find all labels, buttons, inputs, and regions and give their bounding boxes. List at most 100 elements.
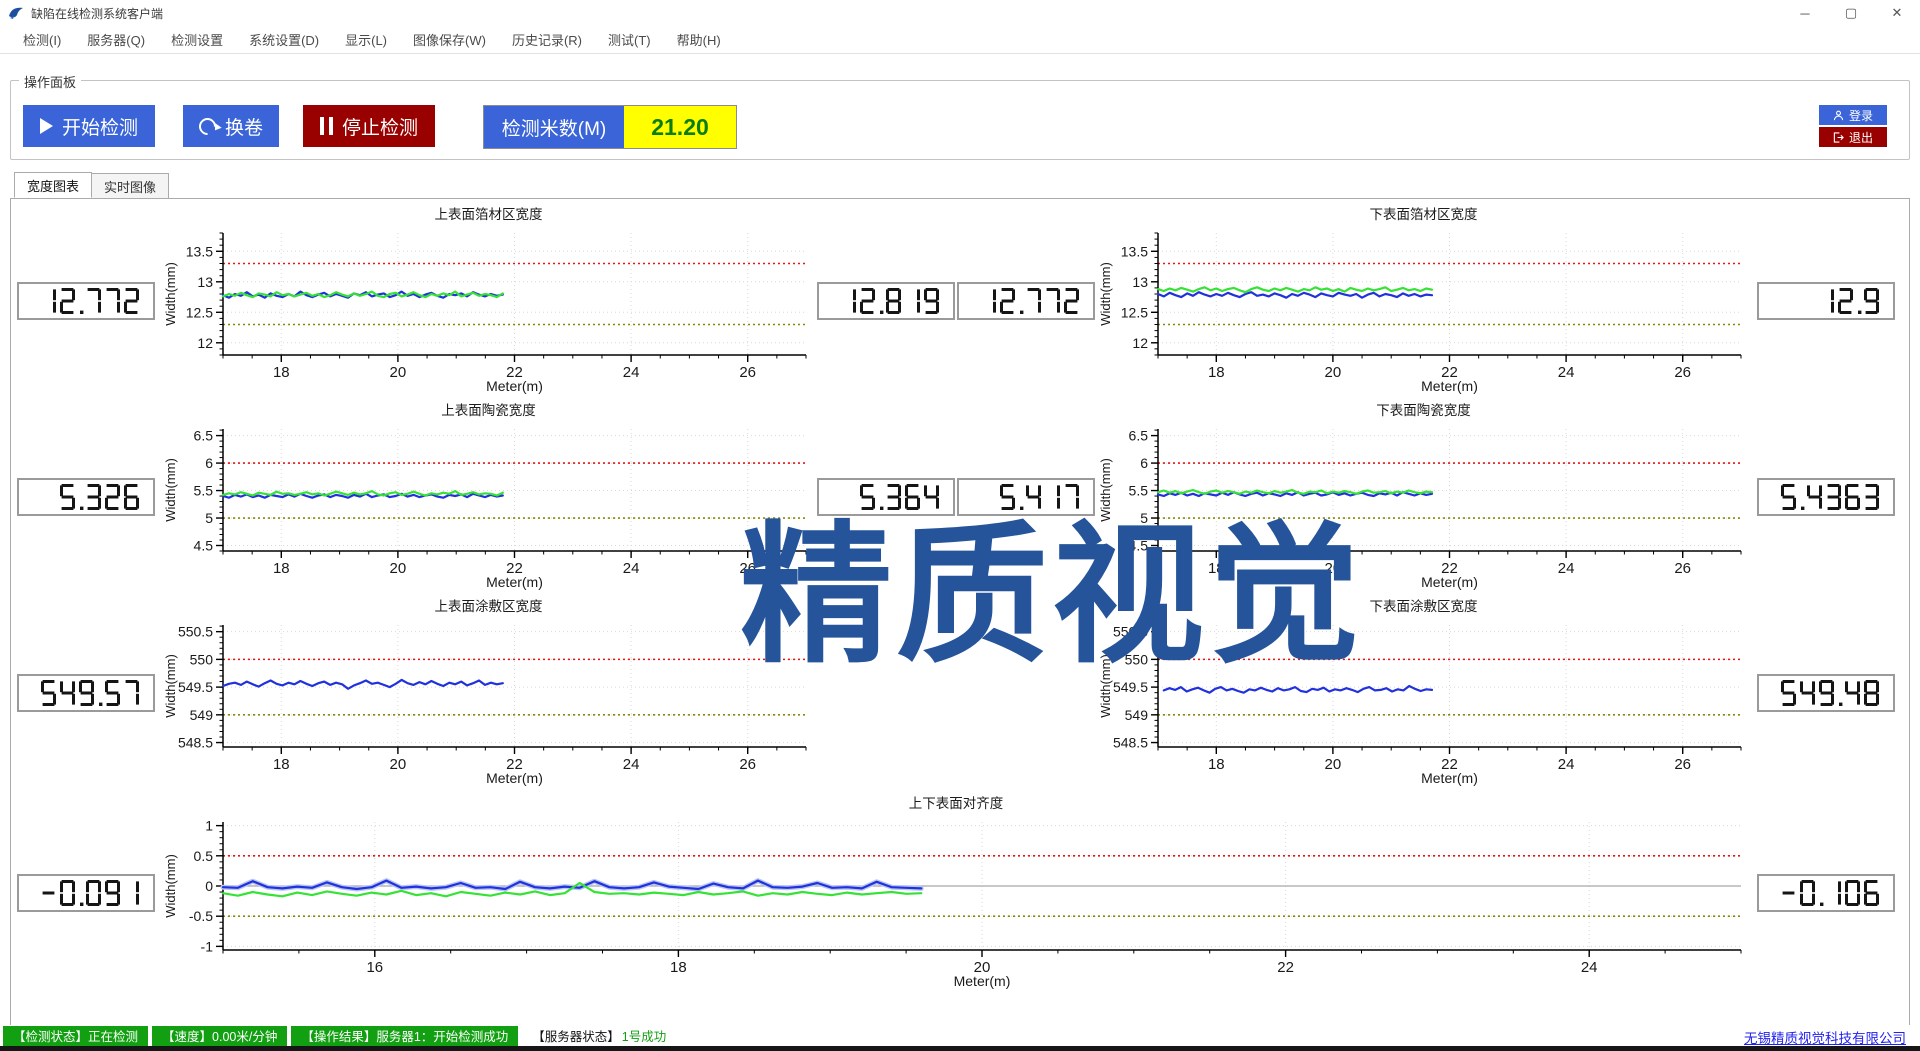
svg-text:18: 18 <box>1208 756 1225 773</box>
chart-lower-foil: 下表面箔材区宽度 13.51312.5121820222426Meter(m)W… <box>1096 205 1751 397</box>
change-roll-button[interactable]: 换卷 <box>183 105 279 147</box>
chart-lower-coating: 下表面涂敷区宽度 550.5550549.5549548.51820222426… <box>1096 597 1751 789</box>
chart-title: 上表面陶瓷宽度 <box>161 401 816 421</box>
minimize-button[interactable]: ─ <box>1782 0 1828 26</box>
svg-text:Width(mm): Width(mm) <box>163 854 178 918</box>
svg-text:26: 26 <box>1674 364 1691 381</box>
operation-panel: 操作面板 开始检测 换卷 停止检测 检测米数(M) 21.20 登录 <box>10 80 1910 160</box>
svg-text:24: 24 <box>1558 756 1575 773</box>
menu-history[interactable]: 历史记录(R) <box>499 30 595 49</box>
auth-buttons: 登录 退出 <box>1819 105 1887 147</box>
svg-text:6.5: 6.5 <box>194 428 214 444</box>
svg-text:550.5: 550.5 <box>1113 624 1148 640</box>
status-bar: 【检测状态】正在检测 【速度】0.00米/分钟 【操作结果】服务器1：开始检测成… <box>0 1025 1920 1046</box>
svg-text:26: 26 <box>739 364 756 381</box>
meter-count-value: 21.20 <box>624 106 736 148</box>
svg-text:24: 24 <box>623 756 640 773</box>
chart-row-foil: 上表面箔材区宽度 13.51312.5121820222426Meter(m)W… <box>11 203 1909 399</box>
logout-button[interactable]: 退出 <box>1819 127 1887 147</box>
svg-text:Width(mm): Width(mm) <box>163 458 178 522</box>
svg-text:Width(mm): Width(mm) <box>163 262 178 326</box>
tab-width-chart[interactable]: 宽度图表 <box>14 172 92 198</box>
chart-title: 上表面箔材区宽度 <box>161 205 816 225</box>
menu-display[interactable]: 显示(L) <box>332 30 400 49</box>
window-title: 缺陷在线检测系统客户端 <box>31 5 163 22</box>
svg-text:6: 6 <box>205 455 213 471</box>
stop-detect-button[interactable]: 停止检测 <box>303 105 435 147</box>
menu-test[interactable]: 测试(T) <box>595 30 664 49</box>
svg-text:4.5: 4.5 <box>194 538 214 554</box>
lcd-display <box>1757 282 1895 320</box>
meter-count-label: 检测米数(M) <box>484 106 624 148</box>
lcd-display <box>1757 478 1895 516</box>
login-button[interactable]: 登录 <box>1819 105 1887 125</box>
tab-realtime-image[interactable]: 实时图像 <box>92 173 169 199</box>
svg-text:13: 13 <box>1132 274 1148 290</box>
app-window: 缺陷在线检测系统客户端 ─ ▢ ✕ 检测(I) 服务器(Q) 检测设置 系统设置… <box>0 0 1920 1051</box>
svg-text:26: 26 <box>1674 756 1691 773</box>
bottom-edge <box>0 1046 1920 1051</box>
menu-detect[interactable]: 检测(I) <box>10 30 74 49</box>
operation-panel-label: 操作面板 <box>19 72 81 91</box>
svg-text:0.5: 0.5 <box>194 848 214 864</box>
menu-detect-settings[interactable]: 检测设置 <box>158 30 236 49</box>
svg-text:18: 18 <box>1208 560 1225 577</box>
title-bar: 缺陷在线检测系统客户端 ─ ▢ ✕ <box>0 0 1920 26</box>
svg-text:5.5: 5.5 <box>194 483 214 499</box>
lcd-display <box>957 478 1095 516</box>
svg-text:24: 24 <box>1581 959 1598 976</box>
svg-text:18: 18 <box>273 364 290 381</box>
pause-icon <box>320 117 333 135</box>
svg-text:20: 20 <box>1325 756 1342 773</box>
svg-text:26: 26 <box>739 756 756 773</box>
svg-text:549.5: 549.5 <box>178 679 213 695</box>
svg-text:12.5: 12.5 <box>186 304 213 320</box>
svg-text:Width(mm): Width(mm) <box>1098 262 1113 326</box>
svg-text:1: 1 <box>205 818 213 834</box>
svg-text:Meter(m): Meter(m) <box>486 574 543 590</box>
svg-text:18: 18 <box>1208 364 1225 381</box>
tab-strip: 宽度图表 实时图像 <box>14 172 1910 199</box>
status-speed: 【速度】0.00米/分钟 <box>152 1026 287 1046</box>
lcd-display <box>17 282 155 320</box>
user-icon <box>1833 110 1844 121</box>
svg-text:18: 18 <box>670 959 687 976</box>
company-link[interactable]: 无锡精质视觉科技有限公司 <box>1744 1027 1906 1047</box>
menu-image-save[interactable]: 图像保存(W) <box>400 30 499 49</box>
svg-text:20: 20 <box>1325 364 1342 381</box>
svg-text:Width(mm): Width(mm) <box>163 654 178 718</box>
start-detect-button[interactable]: 开始检测 <box>23 105 155 147</box>
chart-canvas: 10.50-0.5-11618202224Meter(m)Width(mm) <box>161 814 1751 992</box>
status-operation-result: 【操作结果】服务器1：开始检测成功 <box>291 1026 518 1046</box>
svg-text:Meter(m): Meter(m) <box>954 973 1011 989</box>
svg-text:26: 26 <box>739 560 756 577</box>
chart-row-coating: 上表面涂敷区宽度 550.5550549.5549548.51820222426… <box>11 595 1909 791</box>
chart-title: 下表面陶瓷宽度 <box>1096 401 1751 421</box>
chart-title: 上下表面对齐度 <box>161 794 1751 814</box>
chart-alignment: 上下表面对齐度 10.50-0.5-11618202224Meter(m)Wid… <box>161 794 1751 992</box>
svg-text:5.5: 5.5 <box>1129 483 1149 499</box>
menu-help[interactable]: 帮助(H) <box>664 30 734 49</box>
svg-text:-0.5: -0.5 <box>189 908 213 924</box>
chart-canvas: 6.565.554.51820222426Meter(m)Width(mm) <box>161 421 816 593</box>
svg-text:-1: -1 <box>201 938 214 954</box>
svg-text:12: 12 <box>197 335 213 351</box>
play-icon <box>40 118 53 134</box>
svg-text:6.5: 6.5 <box>1129 428 1149 444</box>
chart-title: 下表面箔材区宽度 <box>1096 205 1751 225</box>
close-button[interactable]: ✕ <box>1874 0 1920 26</box>
maximize-button[interactable]: ▢ <box>1828 0 1874 26</box>
svg-text:548.5: 548.5 <box>178 735 213 751</box>
svg-text:12: 12 <box>1132 335 1148 351</box>
svg-text:Width(mm): Width(mm) <box>1098 654 1113 718</box>
svg-text:13: 13 <box>197 274 213 290</box>
svg-text:24: 24 <box>623 364 640 381</box>
svg-text:550.5: 550.5 <box>178 624 213 640</box>
menu-server[interactable]: 服务器(Q) <box>74 30 158 49</box>
meter-count-display: 检测米数(M) 21.20 <box>483 105 737 149</box>
svg-text:5: 5 <box>1140 510 1148 526</box>
svg-text:22: 22 <box>1277 959 1294 976</box>
svg-text:Width(mm): Width(mm) <box>1098 458 1113 522</box>
svg-text:20: 20 <box>390 560 407 577</box>
menu-system-settings[interactable]: 系统设置(D) <box>236 30 332 49</box>
